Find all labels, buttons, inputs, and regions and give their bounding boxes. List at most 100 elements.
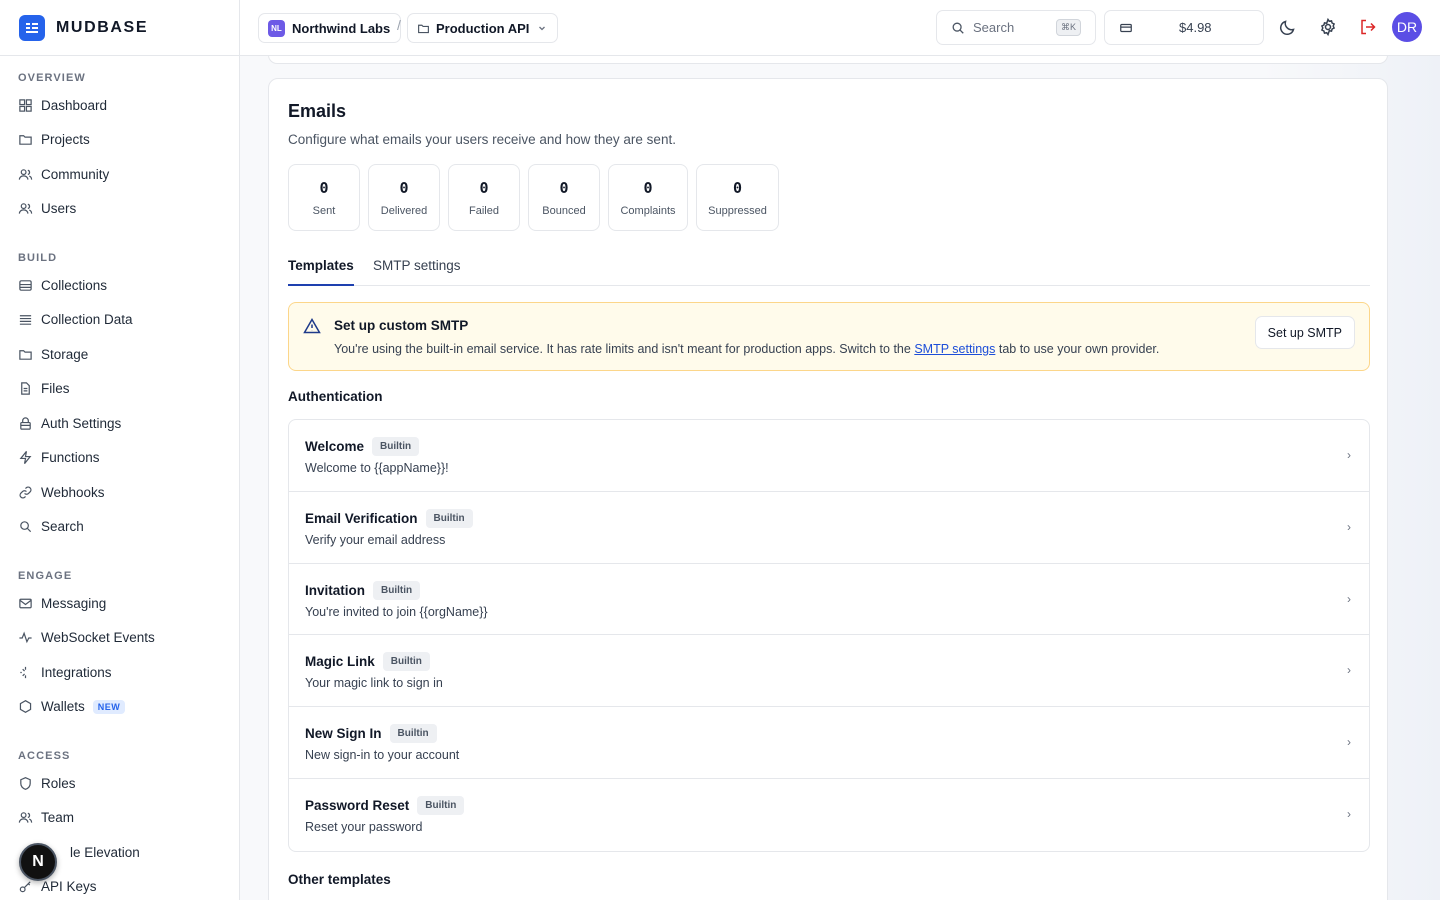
template-subject: Verify your email address (305, 532, 446, 547)
sidebar-item-functions[interactable]: Functions (18, 441, 222, 476)
email-stats: 0 Sent 0 Delivered 0 Failed 0 Bounced 0 … (288, 164, 779, 231)
sidebar-item-label: Integrations (41, 664, 112, 680)
sidebar-item-label: Files (41, 381, 70, 397)
hexagon-icon (19, 700, 32, 714)
alert-title: Set up custom SMTP (334, 318, 469, 333)
template-row-magic-link[interactable]: Magic Link Builtin Your magic link to sig… (289, 635, 1369, 708)
template-name-wrap: New Sign In Builtin (305, 724, 437, 744)
builtin-badge: Builtin (389, 724, 437, 744)
tab-templates[interactable]: Templates (288, 258, 354, 286)
breadcrumb-separator: / (397, 17, 401, 33)
chevron-right-icon: › (1347, 663, 1351, 678)
template-name: Welcome (305, 439, 365, 454)
sidebar-item-storage[interactable]: Storage (18, 337, 222, 372)
template-name: New Sign In (305, 726, 382, 742)
setup-smtp-button[interactable]: Set up SMTP (1254, 316, 1355, 349)
sidebar-item-websocket-events[interactable]: WebSocket Events (18, 621, 222, 656)
alert-text-before: You're using the built-in email service.… (334, 342, 915, 356)
folder-icon (418, 24, 429, 33)
stat-value: 0 (319, 178, 329, 197)
sidebar-item-messaging[interactable]: Messaging (18, 586, 222, 621)
sidebar-item-collections[interactable]: Collections (18, 268, 222, 303)
template-row-invitation[interactable]: Invitation Builtin You're invited to join… (289, 564, 1369, 636)
sidebar-item-integrations[interactable]: Integrations (18, 655, 222, 690)
users-icon (18, 168, 33, 180)
moon-icon[interactable] (1278, 17, 1298, 37)
tab-smtp-settings[interactable]: SMTP settings (373, 258, 461, 286)
alert-text-after: tab to use your own provider. (995, 342, 1160, 356)
sidebar-item-label: Users (41, 201, 77, 217)
sidebar-item-label: Collections (41, 277, 108, 293)
smtp-alert: Set up custom SMTP You're using the buil… (288, 302, 1370, 371)
brand-logo-icon (19, 14, 45, 41)
stat-sent: 0 Sent (288, 164, 360, 231)
credits-value: $4.98 (1179, 20, 1212, 35)
nav-section-build: BUILD Collections Collection Data Storag… (0, 252, 239, 545)
project-name: Production API (436, 20, 530, 36)
shield-icon (20, 776, 31, 790)
sidebar-item-label: Storage (41, 346, 89, 362)
template-subject: Welcome to {{appName}}! (305, 461, 449, 475)
sidebar-item-label: Projects (41, 132, 90, 148)
stat-suppressed: 0 Suppressed (696, 164, 779, 231)
project-switcher[interactable]: Production API (407, 13, 559, 43)
template-row-password-reset[interactable]: Password Reset Builtin Reset your passwor… (289, 779, 1369, 851)
stat-label: Complaints (620, 204, 676, 217)
smtp-settings-link[interactable]: SMTP settings (914, 342, 995, 356)
template-row-welcome[interactable]: Welcome Builtin Welcome to {{appName}}! › (289, 420, 1369, 492)
sidebar-item-wallets[interactable]: Wallets NEW (18, 690, 222, 725)
avatar[interactable]: DR (1392, 12, 1422, 42)
page-subtitle: Configure what emails your users receive… (288, 132, 676, 147)
template-row-email-verification[interactable]: Email Verification Builtin Verify your em… (289, 492, 1369, 564)
nav-heading: BUILD (18, 252, 58, 264)
sidebar-item-label: API Keys (41, 879, 97, 895)
org-switcher[interactable]: NL Northwind Labs (258, 13, 402, 43)
sidebar-item-team[interactable]: Team (18, 801, 222, 836)
floating-action-button[interactable]: N (19, 843, 57, 881)
credits-button[interactable]: $4.98 (1104, 10, 1264, 45)
database-icon (19, 279, 32, 291)
template-row-new-sign-in[interactable]: New Sign In Builtin New sign-in to your a… (289, 707, 1369, 779)
file-icon (21, 382, 30, 395)
folder-icon (19, 135, 32, 146)
grid-icon (19, 99, 32, 112)
sidebar-item-auth-settings[interactable]: Auth Settings (18, 406, 222, 441)
builtin-badge: Builtin (372, 437, 420, 456)
new-badge: NEW (92, 699, 126, 714)
search-placeholder: Search (973, 20, 1015, 35)
stat-value: 0 (559, 178, 569, 197)
sidebar-item-label: Auth Settings (41, 415, 122, 431)
link-icon (19, 486, 32, 499)
logout-icon[interactable] (1358, 17, 1378, 37)
builtin-badge: Builtin (425, 508, 473, 528)
nav-heading: OVERVIEW (18, 72, 86, 84)
stat-label: Suppressed (708, 204, 767, 217)
sidebar-item-roles[interactable]: Roles (18, 766, 222, 801)
sidebar-item-label: Search (41, 519, 84, 535)
stat-value: 0 (732, 178, 743, 197)
search-input[interactable]: Search ⌘K (936, 10, 1096, 45)
sidebar-item-dashboard[interactable]: Dashboard (18, 88, 222, 123)
stat-label: Failed (469, 204, 499, 217)
gear-icon[interactable] (1318, 17, 1338, 37)
sidebar-item-label: WebSocket Events (41, 630, 155, 646)
template-subject: Reset your password (305, 819, 423, 834)
sidebar-item-users[interactable]: Users (18, 192, 222, 227)
stat-value: 0 (399, 178, 409, 197)
stat-value: 0 (479, 178, 489, 197)
template-name-wrap: Email Verification Builtin (305, 508, 473, 528)
nav-heading: ENGAGE (18, 570, 73, 582)
sidebar-item-collection-data[interactable]: Collection Data (18, 303, 222, 338)
sidebar-item-projects[interactable]: Projects (18, 123, 222, 158)
sidebar-item-search[interactable]: Search (18, 510, 222, 545)
sidebar-item-community[interactable]: Community (18, 157, 222, 192)
sidebar-item-files[interactable]: Files (18, 372, 222, 407)
brand[interactable]: MUDBASE (0, 0, 239, 56)
template-subject: New sign-in to your account (305, 748, 460, 763)
sidebar-item-webhooks[interactable]: Webhooks (18, 475, 222, 510)
sidebar-item-label: Team (41, 810, 75, 826)
sidebar-item-label: Collection Data (41, 312, 133, 328)
stat-bounced: 0 Bounced (528, 164, 600, 231)
bolt-icon (19, 451, 32, 465)
warning-icon (303, 317, 321, 334)
